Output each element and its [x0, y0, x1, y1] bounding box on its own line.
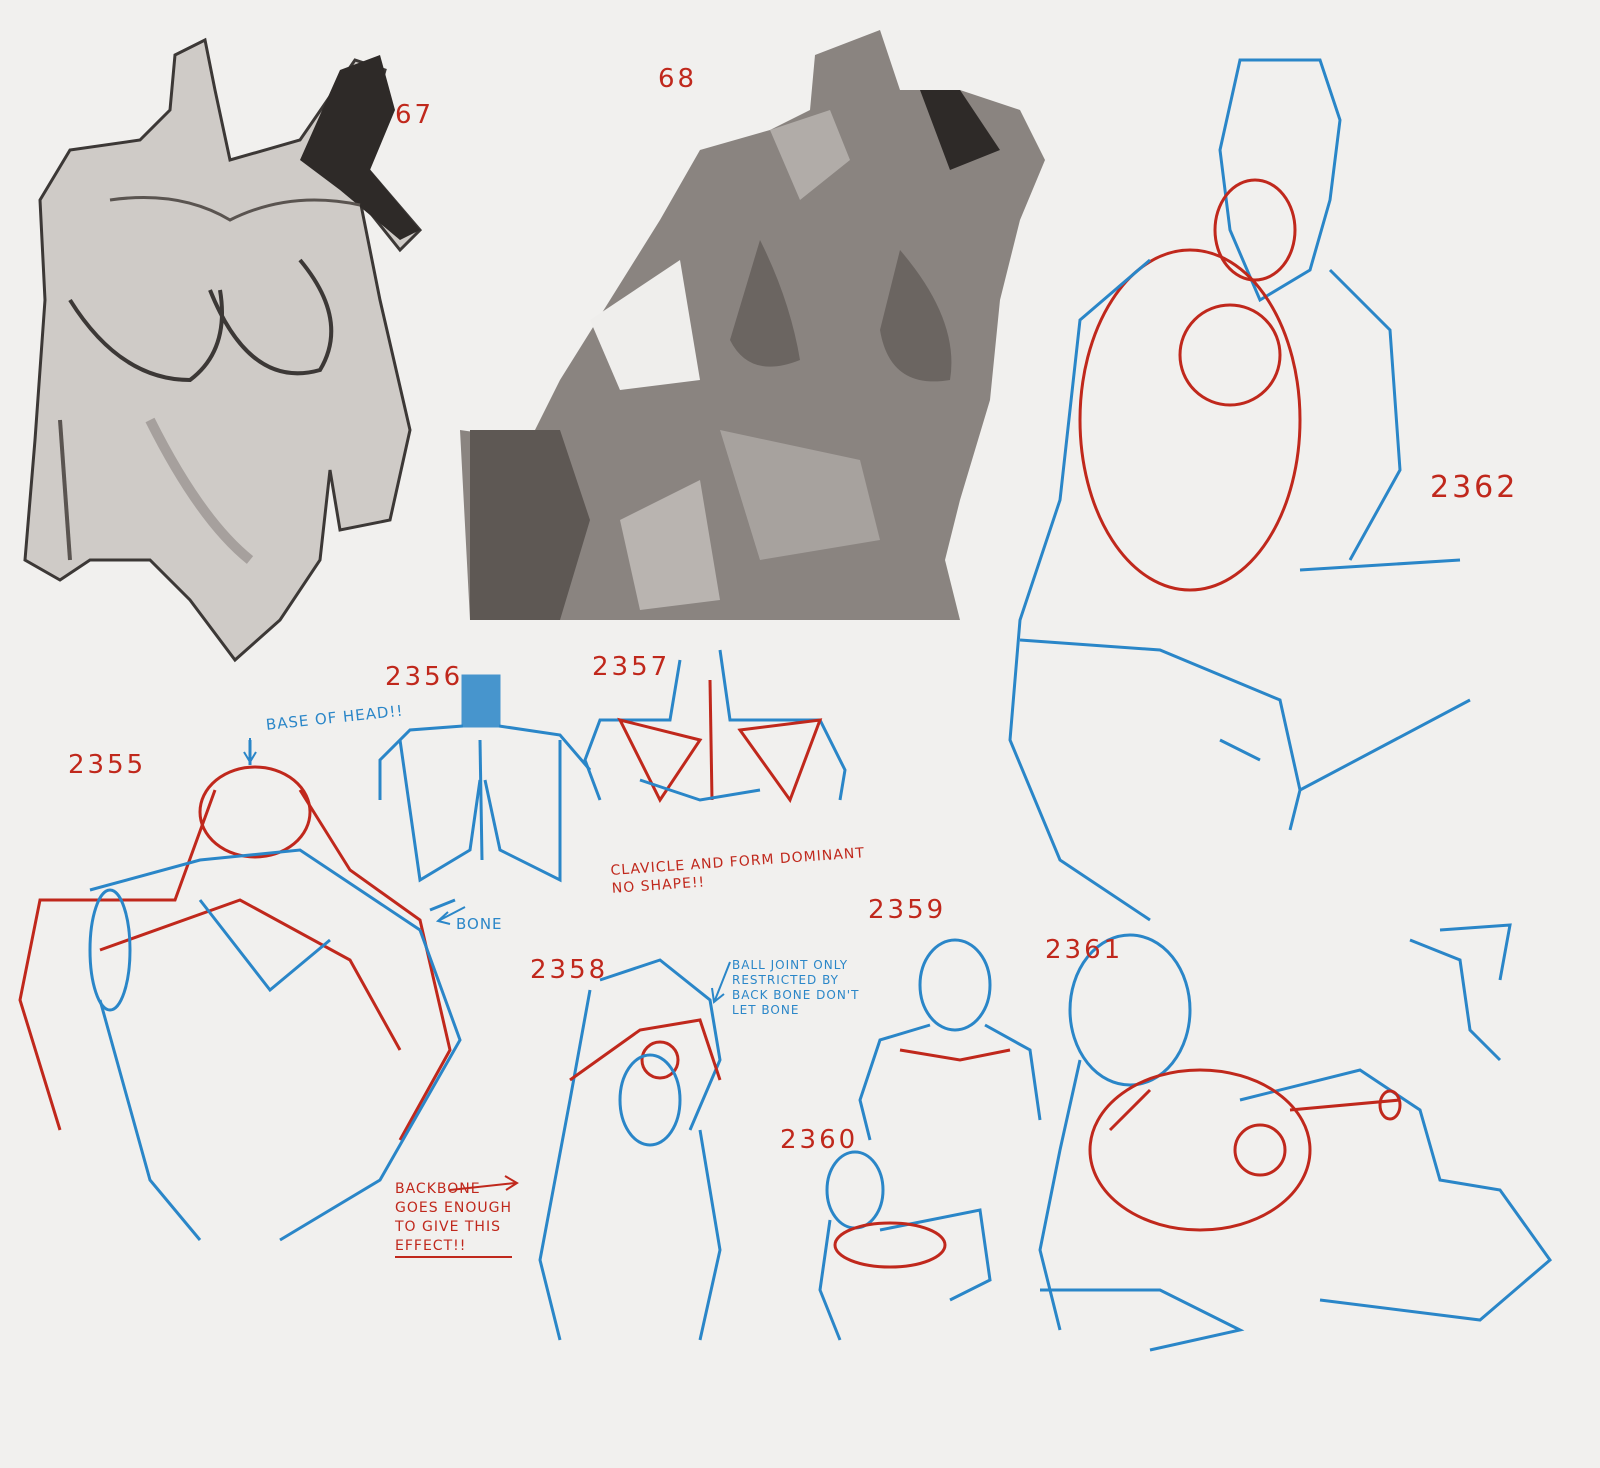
construction-2358 [538, 958, 722, 1341]
label-2356: 2356 [385, 662, 464, 692]
construction-2356 [378, 674, 592, 883]
label-68: 68 [658, 64, 698, 94]
label-67: 67 [395, 100, 435, 130]
note-backbone: BACKBONE GOES ENOUGH TO GIVE THIS EFFECT… [395, 1180, 513, 1258]
annotation-arrows [243, 738, 731, 1191]
torso-study-68 [460, 30, 1045, 620]
label-2362: 2362 [1430, 470, 1519, 505]
label-2358: 2358 [530, 955, 609, 985]
construction-2361 [1038, 923, 1553, 1352]
sketch-sheet: 67 68 2355 2356 2357 2358 2359 2360 2361… [0, 0, 1600, 1468]
note-ball-joint: BALL JOINT ONLY RESTRICTED BY BACK BONE … [732, 958, 860, 1017]
label-2359: 2359 [868, 895, 947, 925]
construction-2359 [858, 938, 1042, 1141]
label-2361: 2361 [1045, 935, 1124, 965]
construction-2355 [18, 740, 462, 1242]
label-2355: 2355 [68, 750, 147, 780]
sketch-artwork [18, 30, 1553, 1352]
label-2360: 2360 [780, 1125, 859, 1155]
torso-study-67 [23, 37, 423, 663]
construction-2362 [1008, 58, 1471, 922]
note-bone: BONE [456, 915, 503, 933]
label-2357: 2357 [592, 652, 671, 682]
construction-2360 [818, 1150, 992, 1341]
